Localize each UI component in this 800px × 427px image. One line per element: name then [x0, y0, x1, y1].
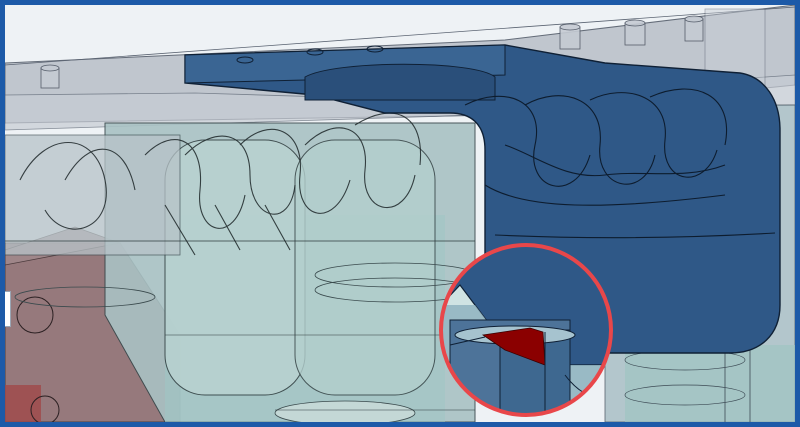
viewer-frame	[0, 0, 800, 427]
side-panel-toggle[interactable]	[5, 291, 11, 327]
detail-zoom-callout[interactable]	[439, 243, 613, 417]
cad-3d-viewport[interactable]	[5, 5, 795, 422]
